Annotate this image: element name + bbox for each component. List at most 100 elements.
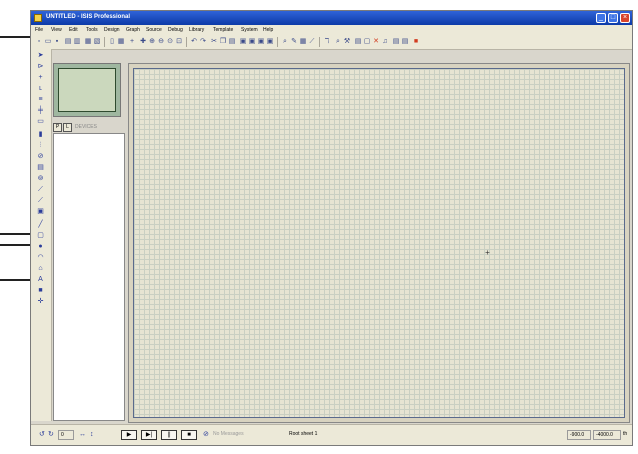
step-button[interactable]: ▶| — [141, 430, 157, 440]
export-icon[interactable]: ▥ — [73, 38, 81, 46]
menu-debug[interactable]: Debug — [168, 27, 183, 33]
electrical-check-icon[interactable]: ▤ — [401, 38, 409, 46]
block-move-icon[interactable]: ▣ — [248, 38, 256, 46]
maximize-button[interactable]: □ — [608, 13, 618, 23]
open-file-icon[interactable]: ▭ — [44, 38, 52, 46]
pick-devices-button[interactable]: P — [53, 123, 62, 132]
title-bar[interactable]: UNTITLED - ISIS Professional _ □ × — [31, 11, 632, 25]
menu-tools[interactable]: Tools — [86, 27, 98, 33]
zoom-area-icon[interactable]: ⊡ — [175, 38, 183, 46]
symbol-icon[interactable]: ■ — [36, 287, 45, 295]
pcb-layout-icon[interactable]: ▦ — [299, 38, 307, 46]
generator-icon[interactable]: ⊚ — [36, 175, 45, 183]
menu-view[interactable]: View — [51, 27, 62, 33]
object-selector-list[interactable] — [53, 133, 125, 421]
tape-recorder-icon[interactable]: ▤ — [36, 164, 45, 172]
close-button[interactable]: × — [620, 13, 630, 23]
zoom-in-icon[interactable]: ⊕ — [148, 38, 156, 46]
block-rotate-icon[interactable]: ▣ — [257, 38, 265, 46]
pan-icon[interactable]: ✚ — [139, 38, 147, 46]
box-icon[interactable]: ▢ — [36, 232, 45, 240]
marker-icon[interactable]: ✛ — [36, 298, 45, 306]
overview-viewport — [58, 68, 116, 112]
graph-icon[interactable]: ⊘ — [36, 153, 45, 161]
mirror-y-button[interactable]: ↕ — [90, 431, 94, 439]
redo-icon[interactable]: ↷ — [199, 38, 207, 46]
junction-dot-icon[interactable]: + — [36, 74, 45, 82]
text-script-icon[interactable]: ≡ — [36, 96, 45, 104]
menu-system[interactable]: System — [241, 27, 258, 33]
rotation-angle-field[interactable]: 0 — [58, 430, 74, 440]
netlist-icon[interactable]: ♫ — [381, 38, 389, 46]
minimize-button[interactable]: _ — [596, 13, 606, 23]
remove-sheet-icon[interactable]: ✕ — [372, 38, 380, 46]
schematic-sheet[interactable]: + — [133, 68, 625, 418]
device-pins-icon[interactable]: ⫶ — [36, 142, 45, 150]
sheet-status: Root sheet 1 — [289, 431, 318, 437]
menu-edit[interactable]: Edit — [69, 27, 78, 33]
wire-autorouter-icon[interactable]: ℸ — [323, 38, 331, 46]
origin-icon[interactable]: + — [128, 38, 136, 46]
circle-icon[interactable]: ● — [36, 243, 45, 251]
import-icon[interactable]: ▤ — [64, 38, 72, 46]
messages-status[interactable]: No Messages — [213, 431, 244, 437]
selection-mode-icon[interactable]: ➤ — [36, 52, 45, 60]
rotate-ccw-button[interactable]: ↺ — [39, 431, 45, 439]
pause-button[interactable]: || — [161, 430, 177, 440]
bill-of-materials-icon[interactable]: ▤ — [392, 38, 400, 46]
menu-library[interactable]: Library — [189, 27, 204, 33]
grid-icon[interactable]: ▦ — [117, 38, 125, 46]
play-button[interactable]: ▶ — [121, 430, 137, 440]
component-mode-icon[interactable]: ⊳ — [36, 63, 45, 71]
rotate-cw-button[interactable]: ↻ — [48, 431, 54, 439]
current-probe-icon[interactable]: ⟋ — [36, 197, 45, 205]
arc-icon[interactable]: ◠ — [36, 254, 45, 262]
text-icon[interactable]: A — [36, 276, 45, 284]
zoom-all-icon[interactable]: ⊙ — [166, 38, 174, 46]
paste-icon[interactable]: ▤ — [228, 38, 236, 46]
menu-help[interactable]: Help — [263, 27, 273, 33]
block-delete-icon[interactable]: ▣ — [266, 38, 274, 46]
editing-window[interactable]: + — [128, 63, 630, 423]
menu-template[interactable]: Template — [213, 27, 233, 33]
copy-icon[interactable]: ❐ — [219, 38, 227, 46]
path-icon[interactable]: ⌂ — [36, 265, 45, 273]
undo-icon[interactable]: ↶ — [190, 38, 198, 46]
ares-icon[interactable]: ■ — [412, 38, 420, 46]
print-icon[interactable]: ▦ — [84, 38, 92, 46]
line-icon[interactable]: ╱ — [36, 221, 45, 229]
object-selector-header: P L DEVICES — [53, 123, 125, 132]
buses-icon[interactable]: ╪ — [36, 107, 45, 115]
library-manager-button[interactable]: L — [63, 123, 72, 132]
make-device-icon[interactable]: ✎ — [290, 38, 298, 46]
virtual-instruments-icon[interactable]: ▣ — [36, 208, 45, 216]
block-copy-icon[interactable]: ▣ — [239, 38, 247, 46]
mirror-x-button[interactable]: ↔ — [79, 431, 86, 439]
stop-button[interactable]: ■ — [181, 430, 197, 440]
zoom-out-icon[interactable]: ⊖ — [157, 38, 165, 46]
refresh-icon[interactable]: ▯ — [108, 38, 116, 46]
toolbar-separator — [186, 37, 187, 47]
cut-icon[interactable]: ✂ — [210, 38, 218, 46]
search-icon[interactable]: ⌕ — [334, 38, 342, 46]
wire-label-icon[interactable]: ʟ — [36, 85, 45, 93]
new-sheet-icon[interactable]: ▢ — [363, 38, 371, 46]
save-icon[interactable]: ▪ — [53, 38, 61, 46]
overview-window[interactable] — [53, 63, 121, 117]
print-area-icon[interactable]: ▧ — [93, 38, 101, 46]
menu-source[interactable]: Source — [146, 27, 162, 33]
menu-design[interactable]: Design — [104, 27, 120, 33]
design-explorer-icon[interactable]: ▤ — [354, 38, 362, 46]
pick-device-icon[interactable]: ⌕ — [281, 38, 289, 46]
new-file-icon[interactable]: ▫ — [35, 38, 43, 46]
menu-graph[interactable]: Graph — [126, 27, 140, 33]
annotation-leader-line-bottom — [0, 279, 30, 281]
menu-file[interactable]: File — [35, 27, 43, 33]
property-tool-icon[interactable]: ⚒ — [343, 38, 351, 46]
terminals-icon[interactable]: ▮ — [36, 131, 45, 139]
subcircuit-icon[interactable]: ▭ — [36, 118, 45, 126]
toolbar-separator — [277, 37, 278, 47]
voltage-probe-icon[interactable]: ⟋ — [36, 186, 45, 194]
origin-marker-icon: + — [485, 248, 490, 257]
decompose-icon[interactable]: ⟋ — [308, 38, 316, 46]
